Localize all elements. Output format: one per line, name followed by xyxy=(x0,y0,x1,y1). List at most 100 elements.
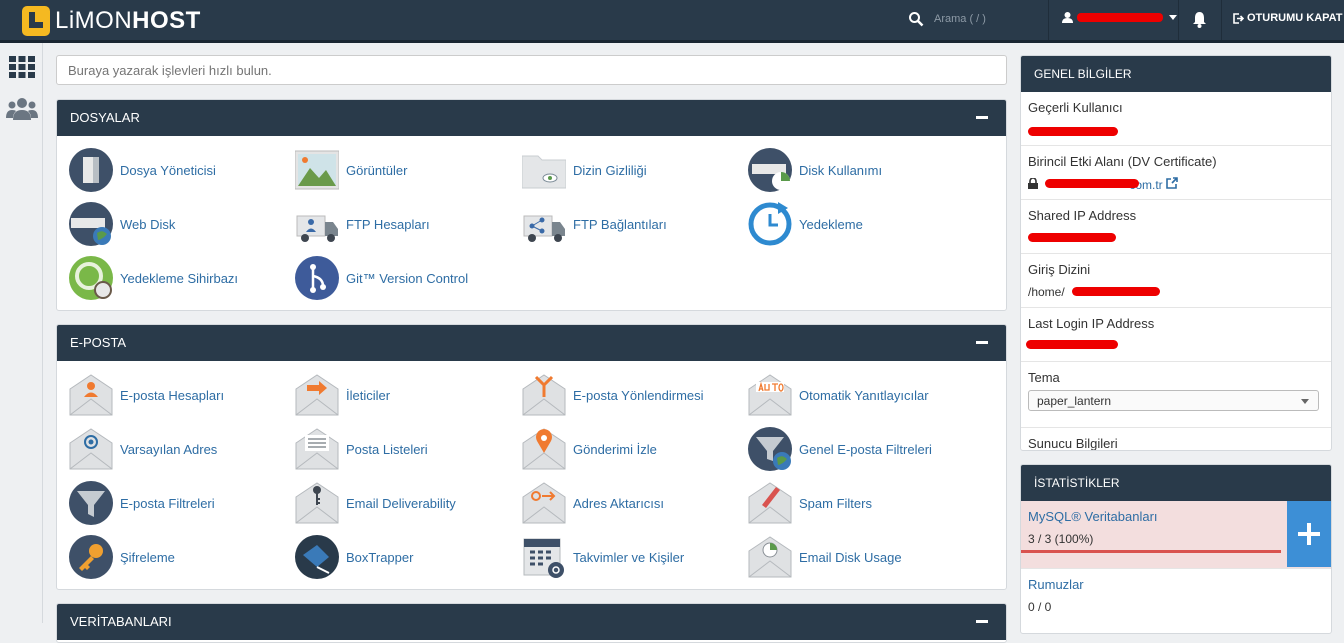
ftp-accounts-link[interactable]: FTP Hesapları xyxy=(295,200,515,248)
server-info-link[interactable]: Sunucu Bilgileri xyxy=(1028,436,1324,450)
email-panel-title: E-POSTA xyxy=(70,335,127,350)
encryption-link[interactable]: Şifreleme xyxy=(69,533,289,581)
item-label: FTP Bağlantıları xyxy=(573,216,667,232)
calendar-at-icon xyxy=(523,538,564,578)
git-branch-icon xyxy=(295,256,339,300)
spam-filters-link[interactable]: Spam Filters xyxy=(748,479,968,527)
item-label: Gönderimi İzle xyxy=(573,441,657,457)
backup-wizard-icon xyxy=(69,256,113,300)
collapse-icon[interactable] xyxy=(976,341,988,344)
item-label: E-posta Yönlendirmesi xyxy=(573,387,704,403)
files-panel-header[interactable]: DOSYALAR xyxy=(57,100,1006,136)
autoresponders-link[interactable]: Otomatik Yanıtlayıcılar xyxy=(748,371,968,419)
topbar-divider xyxy=(1221,0,1222,40)
file-manager-link[interactable]: Dosya Yöneticisi xyxy=(69,146,289,194)
global-email-filters-link[interactable]: Genel E-posta Filtreleri xyxy=(748,425,968,473)
email-routing-link[interactable]: E-posta Yönlendirmesi xyxy=(522,371,742,419)
brand-name-light: LiMON xyxy=(55,7,133,34)
files-panel-title: DOSYALAR xyxy=(70,110,140,125)
item-label: Git™ Version Control xyxy=(346,270,469,286)
logout-label: OTURUMU KAPAT xyxy=(1247,12,1343,24)
calendars-contacts-link[interactable]: Takvimler ve Kişiler xyxy=(522,533,742,581)
address-importer-link[interactable]: Adres Aktarıcısı xyxy=(522,479,742,527)
databases-panel-header[interactable]: VERİTABANLARI xyxy=(57,604,1006,640)
mailing-lists-link[interactable]: Posta Listeleri xyxy=(295,425,515,473)
ftp-truck-network-icon xyxy=(523,215,565,242)
web-disk-link[interactable]: Web Disk xyxy=(69,200,289,248)
databases-panel: VERİTABANLARI xyxy=(56,603,1007,643)
topbar-divider xyxy=(1178,0,1179,40)
envelope-list-icon xyxy=(295,428,339,470)
email-disk-usage-link[interactable]: Email Disk Usage xyxy=(748,533,968,581)
envelope-pie-icon xyxy=(748,536,792,578)
item-label: Takvimler ve Kişiler xyxy=(573,549,685,565)
item-label: BoxTrapper xyxy=(346,549,414,565)
track-delivery-link[interactable]: Gönderimi İzle xyxy=(522,425,742,473)
item-label: Spam Filters xyxy=(799,495,872,511)
backup-link[interactable]: Yedekleme xyxy=(748,200,968,248)
theme-select[interactable]: paper_lantern xyxy=(1028,390,1319,411)
aliases-stat-label[interactable]: Rumuzlar xyxy=(1028,577,1084,592)
mysql-stat-label[interactable]: MySQL® Veritabanları xyxy=(1028,509,1158,524)
redacted-ip xyxy=(1028,233,1116,242)
quick-search-input[interactable] xyxy=(56,55,1007,85)
ftp-connections-link[interactable]: FTP Bağlantıları xyxy=(522,200,742,248)
redacted-domain xyxy=(1045,179,1139,188)
email-accounts-link[interactable]: E-posta Hesapları xyxy=(69,371,289,419)
aliases-stat-value: 0 / 0 xyxy=(1028,600,1052,614)
external-link-icon[interactable] xyxy=(1166,177,1178,189)
email-filters-link[interactable]: E-posta Filtreleri xyxy=(69,479,289,527)
redacted-last-login-ip xyxy=(1026,340,1118,349)
apps-grid-icon[interactable] xyxy=(9,56,35,78)
directory-privacy-link[interactable]: Dizin Gizliliği xyxy=(522,146,742,194)
collapse-icon[interactable] xyxy=(976,116,988,119)
item-label: Email Deliverability xyxy=(346,495,456,511)
backup-wizard-link[interactable]: Yedekleme Sihirbazı xyxy=(69,254,289,302)
item-label: E-posta Hesapları xyxy=(120,387,225,403)
current-user-row: Geçerli Kullanıcı xyxy=(1021,92,1331,146)
default-address-link[interactable]: Varsayılan Adres xyxy=(69,425,289,473)
envelope-arrow-icon xyxy=(295,374,339,416)
home-dir-value: /home/ xyxy=(1028,285,1065,299)
brand-logo[interactable]: LiMONHOST xyxy=(22,5,201,37)
topbar-divider xyxy=(1048,0,1049,40)
forwarders-link[interactable]: İleticiler xyxy=(295,371,515,419)
server-info-row: Sunucu Bilgileri xyxy=(1021,428,1331,450)
files-panel: DOSYALAR Dosya Yöneticisi Görüntüler Diz… xyxy=(56,99,1007,311)
add-plus-button[interactable] xyxy=(1287,501,1331,567)
last-login-label: Last Login IP Address xyxy=(1028,316,1155,331)
boxtrapper-link[interactable]: BoxTrapper xyxy=(295,533,515,581)
user-icon xyxy=(1062,12,1073,23)
disk-usage-link[interactable]: Disk Kullanımı xyxy=(748,146,968,194)
envelope-pin-icon xyxy=(522,428,566,470)
user-menu[interactable] xyxy=(1062,12,1177,23)
mysql-usage-bar xyxy=(1021,550,1281,553)
item-label: Dizin Gizliliği xyxy=(573,162,647,178)
email-deliverability-link[interactable]: Email Deliverability xyxy=(295,479,515,527)
primary-domain-row: Birincil Etki Alanı (DV Certificate) com… xyxy=(1021,146,1331,200)
global-search[interactable]: Arama ( / ) xyxy=(908,11,986,27)
item-label: Disk Kullanımı xyxy=(799,162,883,178)
item-label: Adres Aktarıcısı xyxy=(573,495,665,511)
backup-clock-icon xyxy=(748,202,792,246)
top-navigation-bar: LiMONHOST Arama ( / ) OTURUMU KAPAT xyxy=(0,0,1344,43)
git-version-control-link[interactable]: Git™ Version Control xyxy=(295,254,515,302)
item-label: Şifreleme xyxy=(120,549,175,565)
users-icon[interactable] xyxy=(6,98,38,120)
item-label: İleticiler xyxy=(346,387,391,403)
item-label: Yedekleme xyxy=(799,216,863,232)
logout-button[interactable]: OTURUMU KAPAT xyxy=(1233,12,1343,24)
item-label: Dosya Yöneticisi xyxy=(120,162,216,178)
lock-icon xyxy=(1028,177,1038,189)
bell-icon[interactable] xyxy=(1192,11,1207,28)
redacted-home-dir xyxy=(1072,287,1160,296)
mysql-stat-value: 3 / 3 (100%) xyxy=(1028,532,1094,546)
item-label: E-posta Filtreleri xyxy=(120,495,215,511)
item-label: Web Disk xyxy=(120,216,176,232)
statistics-header: İSTATİSTİKLER xyxy=(1021,465,1331,501)
boxtrapper-icon xyxy=(295,535,339,579)
funnel-icon xyxy=(69,481,113,525)
item-label: Genel E-posta Filtreleri xyxy=(799,441,932,457)
images-link[interactable]: Görüntüler xyxy=(295,146,515,194)
email-panel-header[interactable]: E-POSTA xyxy=(57,325,1006,361)
